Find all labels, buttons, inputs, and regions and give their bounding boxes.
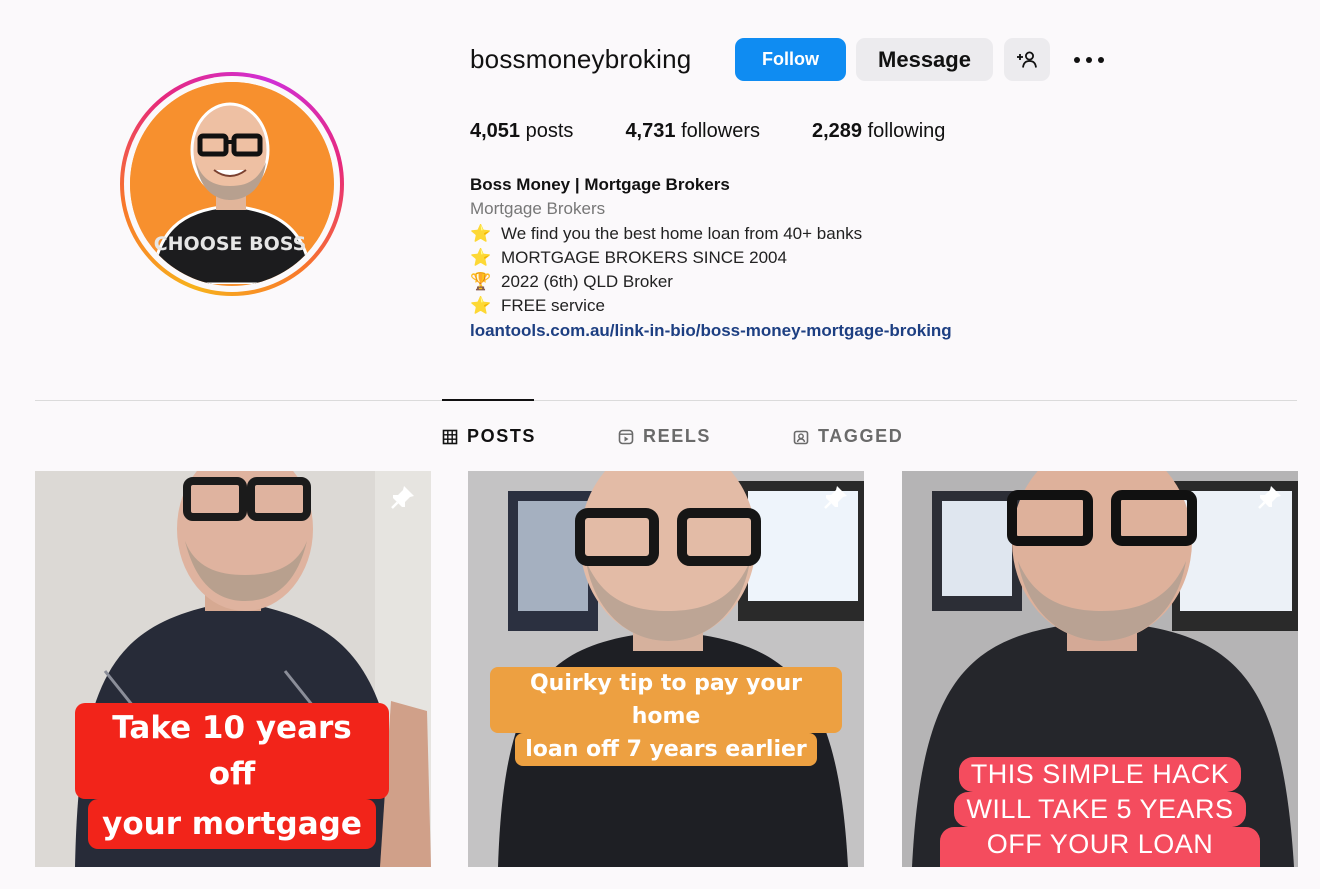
bio-line: ⭐ MORTGAGE BROKERS SINCE 2004 (470, 246, 952, 270)
reels-icon (618, 429, 634, 444)
tab-posts-label: POSTS (467, 426, 537, 446)
posts-count: 4,051 (470, 120, 521, 142)
profile-bio: Boss Money | Mortgage Brokers Mortgage B… (470, 173, 952, 343)
post-caption-line: WILL TAKE 5 YEARS (954, 792, 1246, 827)
profile-divider (35, 400, 1297, 401)
grid-icon (442, 429, 458, 444)
pinned-icon (391, 486, 414, 509)
bio-line-text: FREE service (501, 296, 605, 316)
post-caption-line: Take 10 years off (75, 703, 389, 799)
bio-line-text: 2022 (6th) QLD Broker (501, 272, 673, 292)
avatar[interactable]: CHOOSE BOSS (130, 82, 334, 286)
post-caption-line: loan off 7 years earlier (515, 733, 817, 766)
posts-stat: 4,051 posts (470, 120, 573, 143)
active-tab-indicator (442, 399, 534, 401)
add-person-icon (1017, 51, 1037, 68)
profile-username: bossmoneybroking (470, 44, 692, 74)
follow-button[interactable]: Follow (735, 38, 846, 81)
tab-reels-label: REELS (643, 426, 712, 446)
bio-link[interactable]: loantools.com.au/link-in-bio/boss-money-… (470, 319, 952, 343)
post-caption: THIS SIMPLE HACK WILL TAKE 5 YEARS OFF Y… (940, 757, 1260, 867)
tab-tagged-label: TAGGED (818, 426, 904, 446)
followers-count: 4,731 (625, 120, 676, 142)
profile-avatar-ring[interactable]: CHOOSE BOSS (120, 72, 344, 296)
avatar-gap: CHOOSE BOSS (124, 76, 340, 292)
tab-posts[interactable]: POSTS (442, 426, 536, 447)
post-caption-line: OFF YOUR LOAN TERM (940, 827, 1260, 867)
bio-category: Mortgage Brokers (470, 199, 606, 219)
bio-line-text: We find you the best home loan from 40+ … (501, 223, 863, 243)
pinned-icon (1258, 486, 1281, 509)
following-label: following (867, 120, 946, 142)
star-icon: ⭐ (470, 296, 492, 316)
tagged-icon (793, 430, 809, 444)
followers-label: followers (681, 120, 760, 142)
post-tile[interactable]: Take 10 years off your mortgage (35, 471, 431, 867)
profile-stats: 4,051 posts 4,731 followers 2,289 follow… (470, 120, 997, 143)
message-button[interactable]: Message (856, 38, 993, 81)
following-count: 2,289 (811, 120, 863, 142)
following-stat[interactable]: 2,289 following (812, 120, 945, 143)
avatar-shirt-text: CHOOSE BOSS (154, 233, 307, 255)
bio-line: ⭐ We find you the best home loan from 40… (470, 222, 952, 246)
post-tile[interactable]: Quirky tip to pay your home loan off 7 y… (468, 471, 864, 867)
followers-stat[interactable]: 4,731 followers (625, 120, 760, 143)
trophy-icon: 🏆 (470, 272, 492, 292)
posts-label: posts (525, 120, 574, 142)
avatar-photo: CHOOSE BOSS (130, 82, 332, 286)
ellipsis-icon (1074, 56, 1104, 63)
post-caption-line: your mortgage (88, 799, 376, 849)
star-icon: ⭐ (470, 247, 492, 267)
tab-reels[interactable]: REELS (618, 426, 711, 447)
bio-name: Boss Money | Mortgage Brokers (470, 175, 730, 194)
bio-line: ⭐ FREE service (470, 294, 952, 318)
suggest-user-button[interactable] (1004, 38, 1050, 81)
post-caption: Quirky tip to pay your home loan off 7 y… (490, 667, 842, 766)
more-options-button[interactable] (1066, 38, 1112, 81)
profile-tabs: POSTS REELS TAGGED (442, 426, 903, 447)
post-caption: Take 10 years off your mortgage (75, 703, 389, 849)
pinned-icon (824, 486, 847, 509)
post-caption-line: THIS SIMPLE HACK (958, 757, 1242, 792)
post-caption-line: Quirky tip to pay your home (490, 667, 842, 733)
bio-line: 🏆 2022 (6th) QLD Broker (470, 270, 952, 294)
tab-tagged[interactable]: TAGGED (793, 426, 903, 447)
bio-line-text: MORTGAGE BROKERS SINCE 2004 (501, 247, 787, 267)
star-icon: ⭐ (470, 223, 492, 243)
post-tile[interactable]: THIS SIMPLE HACK WILL TAKE 5 YEARS OFF Y… (902, 471, 1298, 867)
